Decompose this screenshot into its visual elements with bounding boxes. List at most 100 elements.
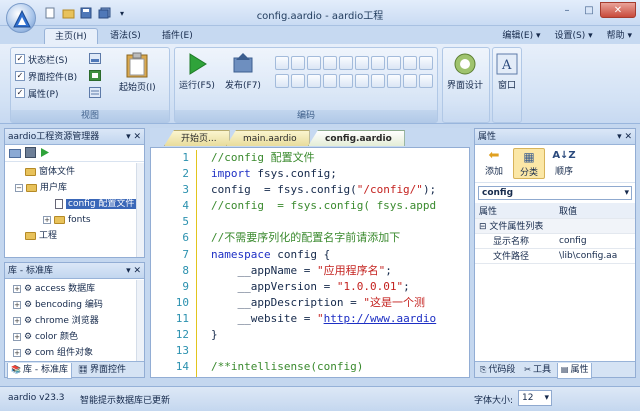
tree-item-user-lib[interactable]: − 用户库 [5, 180, 144, 196]
statusbar-checkbox[interactable]: ✓ 状态栏(S) [15, 52, 68, 66]
ui-controls-checkbox[interactable]: ✓ 界面控件(B) [15, 69, 77, 83]
category-button[interactable]: ▦ 分类 [513, 148, 545, 179]
property-category[interactable]: ⊟ 文件属性列表 [475, 218, 635, 234]
indent-icon[interactable] [387, 56, 401, 70]
folder-icon [25, 231, 36, 240]
tab-plugins[interactable]: 插件(E) [152, 28, 203, 44]
menu-edit[interactable]: 编辑(E) ▾ [502, 28, 540, 44]
run-button[interactable]: 运行(F5) [179, 52, 215, 91]
view-icon-3[interactable] [89, 87, 101, 101]
replace-icon[interactable] [371, 56, 385, 70]
tree-item-fonts[interactable]: + fonts [5, 212, 144, 228]
library-item[interactable]: + ⚙ access 数据库 [13, 281, 144, 297]
tree-item-project[interactable]: 工程 [5, 228, 144, 244]
code-line[interactable]: //config = fsys.config( fsys.appd [211, 198, 436, 214]
goto-icon[interactable] [307, 74, 321, 88]
tab-home[interactable]: 主页(H) [44, 28, 98, 44]
comment-icon[interactable] [419, 56, 433, 70]
start-page-button[interactable]: 起始页(I) [119, 52, 156, 93]
font-size-select[interactable]: 12 ▾ [518, 390, 552, 406]
unfold-icon[interactable] [339, 74, 353, 88]
tab-config-aardio[interactable]: config.aardio [308, 130, 405, 146]
expand-icon[interactable]: + [43, 215, 51, 224]
property-row[interactable]: 文件路径 \lib\config.aa [475, 248, 635, 264]
code-line[interactable]: __website = "http://www.aardio [211, 311, 436, 327]
maximize-button[interactable]: □ [578, 2, 600, 18]
close-button[interactable]: ✕ [600, 2, 636, 18]
more-icon[interactable] [419, 74, 433, 88]
line-number: 12 [175, 328, 189, 342]
menu-settings[interactable]: 设置(S) ▾ [554, 28, 592, 44]
code-editor[interactable]: 1 2 3 4 5 6 7 8 9 10 11 12 13 14 //config 配置文件 import … [150, 147, 470, 378]
library-scrollbar[interactable] [136, 280, 144, 362]
view-icon-1[interactable] [89, 53, 101, 67]
tab-syntax[interactable]: 语法(S) [100, 28, 151, 44]
project-open-icon[interactable] [9, 147, 21, 159]
tree-item-forms[interactable]: 窗体文件 [5, 164, 144, 180]
publish-button[interactable]: 发布(F7) [225, 52, 261, 91]
code-lines[interactable]: //config 配置文件 import fsys.config; config =… [211, 150, 436, 375]
library-item[interactable]: + ⚙ chrome 浏览器 [13, 313, 144, 329]
code-line[interactable]: config = fsys.config("/config/"); [211, 182, 436, 198]
object-selector[interactable]: config ▾ [478, 186, 632, 200]
tree-item-config[interactable]: config 配置文件 [5, 196, 144, 212]
tab-start-page[interactable]: 开始页... [164, 130, 230, 146]
code-token: config = fsys.config( [211, 183, 357, 197]
editor-tab-bar: 开始页... main.aardio config.aardio [150, 128, 470, 147]
code-line[interactable]: /**intellisense(config) [211, 359, 436, 375]
project-scrollbar[interactable] [136, 163, 144, 257]
upper-icon[interactable] [371, 74, 385, 88]
tab-properties[interactable]: ▤ 属性 [556, 362, 593, 379]
library-item[interactable]: + ⚙ com 组件对象 [13, 345, 144, 361]
select-icon[interactable] [355, 74, 369, 88]
cut-icon[interactable] [275, 56, 289, 70]
svg-text:A: A [501, 58, 512, 73]
code-line[interactable]: import fsys.config; [211, 166, 436, 182]
bookmark-icon[interactable] [291, 74, 305, 88]
find-icon[interactable] [355, 56, 369, 70]
redo-icon[interactable] [339, 56, 353, 70]
tab-ui-controls[interactable]: 🎛 界面控件 [75, 362, 129, 378]
code-line[interactable] [211, 343, 436, 359]
code-token: __website = [211, 311, 317, 325]
ui-design-button[interactable]: 界面设计 [447, 52, 483, 91]
project-run-icon[interactable] [40, 147, 50, 159]
code-line[interactable]: __appName = "应用程序名"; [211, 263, 436, 279]
lower-icon[interactable] [387, 74, 401, 88]
format-icon[interactable] [275, 74, 289, 88]
code-line[interactable]: __appVersion = "1.0.0.01"; [211, 279, 436, 295]
view-icon-2[interactable] [89, 70, 101, 84]
app-orb-button[interactable] [6, 3, 36, 33]
minimize-button[interactable]: – [556, 2, 578, 18]
sort-button[interactable]: A↓Z 顺序 [549, 148, 579, 179]
line-number: 2 [182, 167, 189, 181]
code-line[interactable] [211, 214, 436, 230]
code-line[interactable]: __appDescription = "这是一个测 [211, 295, 436, 311]
wrap-icon[interactable] [403, 74, 417, 88]
library-item[interactable]: + ⚙ bencoding 编码 [13, 297, 144, 313]
code-line[interactable]: } [211, 327, 436, 343]
library-list: + ⚙ access 数据库 + ⚙ bencoding 编码 + ⚙ chrome … [5, 279, 144, 361]
tab-std-lib[interactable]: 📚 库 - 标准库 [7, 362, 72, 379]
property-row[interactable]: 显示名称 config [475, 233, 635, 249]
add-button[interactable]: ⬅ 添加 [479, 148, 509, 179]
menu-help[interactable]: 帮助 ▾ [607, 28, 632, 44]
tab-main-aardio[interactable]: main.aardio [226, 130, 310, 146]
collapse-icon[interactable]: − [15, 183, 23, 192]
code-token: import [211, 167, 251, 181]
fold-icon[interactable] [323, 74, 337, 88]
code-line[interactable]: namespace config { [211, 247, 436, 263]
tab-snippets[interactable]: ⎘ 代码段 [477, 362, 518, 378]
library-item[interactable]: + ⚙ color 颜色 [13, 329, 144, 345]
properties-checkbox[interactable]: ✓ 属性(P) [15, 86, 58, 100]
tab-tools[interactable]: ✂ 工具 [521, 362, 554, 378]
project-save-icon[interactable] [25, 147, 36, 159]
window-button[interactable]: A 窗口 [495, 52, 519, 91]
outdent-icon[interactable] [403, 56, 417, 70]
paste-icon[interactable] [307, 56, 321, 70]
copy-icon[interactable] [291, 56, 305, 70]
code-line[interactable]: //config 配置文件 [211, 150, 436, 166]
properties-panel: 属性 ▾ ✕ ⬅ 添加 ▦ 分类 A↓Z 顺序 config ▾ 属性 取值 ⊟ 文件属性列… [474, 128, 636, 379]
undo-icon[interactable] [323, 56, 337, 70]
code-line[interactable]: //不需要序列化的配置名字前请添加下 [211, 230, 436, 246]
